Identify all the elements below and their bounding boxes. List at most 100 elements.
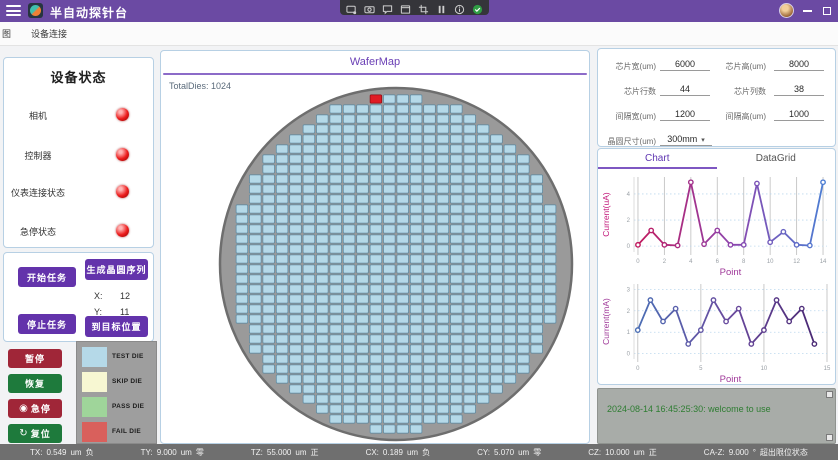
die-cell[interactable]	[263, 205, 275, 213]
die-cell[interactable]	[357, 335, 369, 343]
die-cell[interactable]	[518, 155, 530, 163]
die-cell[interactable]	[437, 125, 449, 133]
check-icon[interactable]	[472, 2, 483, 13]
die-cell[interactable]	[504, 375, 516, 383]
die-cell[interactable]	[290, 345, 302, 353]
die-cell[interactable]	[491, 305, 503, 313]
die-cell[interactable]	[451, 325, 463, 333]
die-cell[interactable]	[544, 215, 556, 223]
die-cell[interactable]	[464, 315, 476, 323]
die-cell[interactable]	[491, 185, 503, 193]
die-cell[interactable]	[437, 335, 449, 343]
die-cell[interactable]	[370, 235, 382, 243]
die-cell[interactable]	[477, 185, 489, 193]
die-cell[interactable]	[504, 325, 516, 333]
die-cell[interactable]	[263, 335, 275, 343]
die-cell[interactable]	[544, 255, 556, 263]
die-cell[interactable]	[330, 285, 342, 293]
die-cell[interactable]	[343, 295, 355, 303]
die-cell[interactable]	[504, 145, 516, 153]
die-cell[interactable]	[357, 325, 369, 333]
die-cell[interactable]	[303, 245, 315, 253]
die-cell[interactable]	[303, 395, 315, 403]
die-cell[interactable]	[477, 345, 489, 353]
die-cell[interactable]	[397, 295, 409, 303]
die-cell[interactable]	[531, 295, 543, 303]
die-cell[interactable]	[424, 185, 436, 193]
die-cell[interactable]	[464, 285, 476, 293]
die-cell[interactable]	[477, 375, 489, 383]
die-cell[interactable]	[464, 155, 476, 163]
die-cell[interactable]	[424, 125, 436, 133]
die-cell[interactable]	[437, 385, 449, 393]
die-cell[interactable]	[384, 335, 396, 343]
die-cell[interactable]	[330, 165, 342, 173]
die-cell[interactable]	[477, 355, 489, 363]
die-cell[interactable]	[370, 305, 382, 313]
die-cell[interactable]	[250, 235, 262, 243]
die-cell[interactable]	[317, 245, 329, 253]
die-cell[interactable]	[451, 225, 463, 233]
die-cell[interactable]	[384, 215, 396, 223]
die-cell[interactable]	[330, 245, 342, 253]
die-cell[interactable]	[250, 215, 262, 223]
die-cell[interactable]	[397, 145, 409, 153]
die-cell[interactable]	[451, 275, 463, 283]
die-cell[interactable]	[491, 205, 503, 213]
die-cell[interactable]	[250, 245, 262, 253]
die-cell[interactable]	[397, 95, 409, 103]
die-cell[interactable]	[437, 155, 449, 163]
die-cell[interactable]	[263, 325, 275, 333]
die-cell[interactable]	[518, 205, 530, 213]
die-cell[interactable]	[477, 235, 489, 243]
die-cell[interactable]	[343, 335, 355, 343]
die-cell[interactable]	[317, 335, 329, 343]
die-cell[interactable]	[370, 425, 382, 433]
die-cell[interactable]	[330, 175, 342, 183]
die-cell[interactable]	[464, 235, 476, 243]
die-cell[interactable]	[370, 125, 382, 133]
die-cell[interactable]	[303, 305, 315, 313]
die-cell[interactable]	[317, 125, 329, 133]
parameter-value-field[interactable]: 44	[660, 84, 710, 96]
die-cell[interactable]	[410, 105, 422, 113]
die-cell[interactable]	[437, 115, 449, 123]
die-cell[interactable]	[410, 145, 422, 153]
die-cell[interactable]	[410, 195, 422, 203]
die-cell[interactable]	[437, 215, 449, 223]
die-cell[interactable]	[464, 395, 476, 403]
die-cell[interactable]	[477, 285, 489, 293]
die-cell[interactable]	[437, 105, 449, 113]
die-cell[interactable]	[451, 105, 463, 113]
die-cell[interactable]	[424, 105, 436, 113]
die-cell[interactable]	[464, 185, 476, 193]
die-cell[interactable]	[250, 175, 262, 183]
die-cell[interactable]	[317, 155, 329, 163]
die-cell[interactable]	[397, 285, 409, 293]
die-cell[interactable]	[276, 285, 288, 293]
die-cell[interactable]	[424, 325, 436, 333]
die-cell[interactable]	[317, 285, 329, 293]
die-cell[interactable]	[317, 395, 329, 403]
die-cell[interactable]	[357, 175, 369, 183]
die-cell[interactable]	[437, 175, 449, 183]
die-cell[interactable]	[303, 295, 315, 303]
die-cell[interactable]	[491, 175, 503, 183]
die-cell[interactable]	[531, 335, 543, 343]
die-cell[interactable]	[236, 255, 248, 263]
die-cell[interactable]	[384, 365, 396, 373]
die-cell[interactable]	[357, 295, 369, 303]
die-cell[interactable]	[236, 265, 248, 273]
die-cell[interactable]	[303, 235, 315, 243]
die-cell[interactable]	[451, 345, 463, 353]
die-cell[interactable]	[397, 165, 409, 173]
die-cell[interactable]	[370, 185, 382, 193]
die-cell[interactable]	[531, 245, 543, 253]
die-cell[interactable]	[518, 345, 530, 353]
die-cell[interactable]	[410, 115, 422, 123]
die-cell[interactable]	[357, 275, 369, 283]
die-cell[interactable]	[236, 285, 248, 293]
die-cell[interactable]	[317, 265, 329, 273]
scrollbar-up-icon[interactable]	[826, 391, 833, 398]
die-cell[interactable]	[303, 315, 315, 323]
